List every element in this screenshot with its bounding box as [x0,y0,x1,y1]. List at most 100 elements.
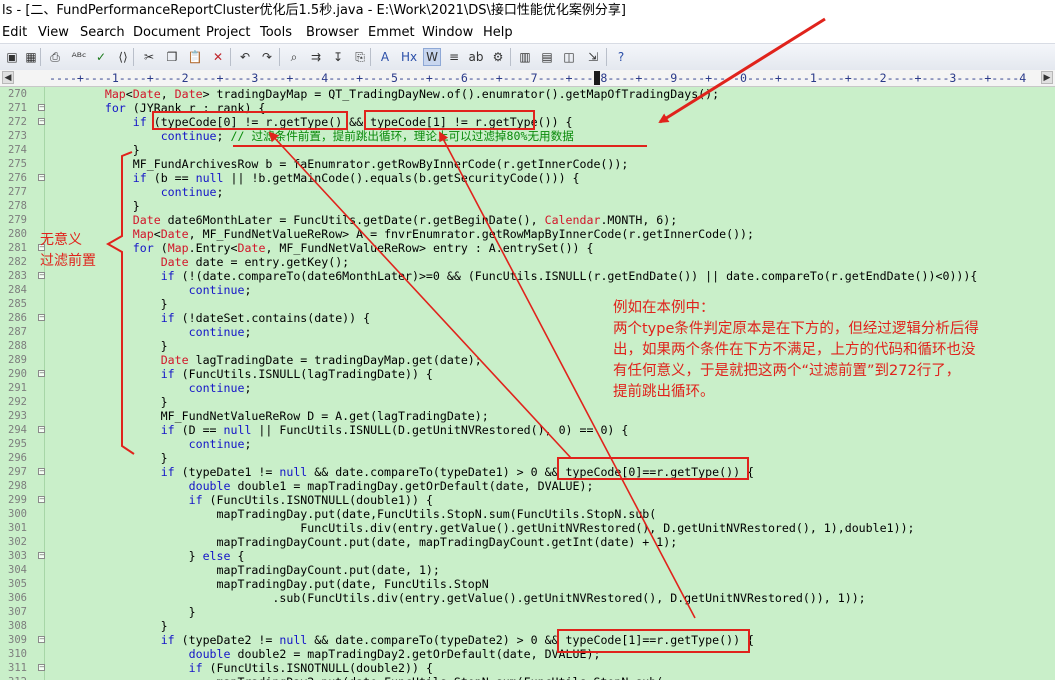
keyword-token: double [188,647,231,661]
fold-toggle-icon[interactable]: − [38,496,45,503]
code-line[interactable]: 305 mapTradingDay.put(date, FuncUtils.St… [0,577,1055,591]
code-line[interactable]: 282 Date date = entry.getKey(); [0,255,1055,269]
code-icon[interactable]: ⟨⟩ [114,48,132,66]
ruler-left-arrow-icon[interactable]: ◀ [2,71,14,84]
code-line[interactable]: 311 − if (FuncUtils.ISNOTNULL(double2)) { [0,661,1055,675]
undo-icon[interactable]: ↶ [236,48,254,66]
code-line[interactable]: 284 continue; [0,283,1055,297]
hex-icon[interactable]: Hx [400,48,418,66]
code-text: if (!(date.compareTo(date6MonthLater)>=0… [49,269,978,283]
save-all-icon[interactable]: ▦ [22,48,40,66]
menu-search[interactable]: Search [80,22,125,43]
code-line[interactable]: 272 − if (typeCode[0] != r.getType() && t… [0,115,1055,129]
spellcheck-icon[interactable]: ᴬᴮᶜ [70,48,88,66]
code-line[interactable]: 307 } [0,605,1055,619]
menu-project[interactable]: Project [206,22,250,43]
menu-help[interactable]: Help [483,22,513,43]
code-line[interactable]: 271 − for (JYRank r : rank) { [0,101,1055,115]
abc-icon[interactable]: ab [467,48,485,66]
code-line[interactable]: 310 double double2 = mapTradingDay2.getO… [0,647,1055,661]
menu-browser[interactable]: Browser [306,22,359,43]
code-token: FuncUtils.div(entry.getValue().getUnitNV… [49,521,915,535]
check-icon[interactable]: ✓ [92,48,110,66]
code-line[interactable]: 306 .sub(FuncUtils.div(entry.getValue().… [0,591,1055,605]
code-line[interactable]: 297 − if (typeDate1 != null && date.compa… [0,465,1055,479]
fold-toggle-icon[interactable]: − [38,664,45,671]
code-line[interactable]: 276 − if (b == null || !b.getMainCode().e… [0,171,1055,185]
menu-emmet[interactable]: Emmet [368,22,415,43]
font-size-icon[interactable]: A [376,48,394,66]
code-line[interactable]: 308 } [0,619,1055,633]
window-icon[interactable]: ▤ [538,48,556,66]
menu-tools[interactable]: Tools [260,22,292,43]
code-line[interactable]: 296 } [0,451,1055,465]
bookmark-icon[interactable]: ⎘ [351,48,369,66]
annotation-line: 两个type条件判定原本是在下方的，但经过逻辑分析后得 [613,321,979,337]
toolbar-separator [40,48,41,66]
redo-icon[interactable]: ↷ [258,48,276,66]
copy-icon[interactable]: ❐ [163,48,181,66]
code-line[interactable]: 278 } [0,199,1055,213]
help-icon[interactable]: ? [612,48,630,66]
code-line[interactable]: 277 continue; [0,185,1055,199]
menu-edit[interactable]: Edit [2,22,27,43]
code-token: ; [244,325,252,339]
find-icon[interactable]: ⌕ [285,48,303,66]
type-token: Date [132,87,161,101]
code-line[interactable]: 279 Date date6MonthLater = FuncUtils.get… [0,213,1055,227]
code-line[interactable]: 281− for (Map.Entry<Date, MF_FundNetValu… [0,241,1055,255]
code-line[interactable]: 299 − if (FuncUtils.ISNOTNULL(double1)) { [0,493,1055,507]
fold-toggle-icon[interactable]: − [38,118,45,125]
browser-icon[interactable]: ◫ [560,48,578,66]
fold-toggle-icon[interactable]: − [38,426,45,433]
indent-icon[interactable]: ≡ [445,48,463,66]
fold-toggle-icon[interactable]: − [38,272,45,279]
code-line[interactable]: 280 Map<Date, MF_FundNetValueReRow> A = … [0,227,1055,241]
fold-toggle-icon[interactable]: − [38,174,45,181]
code-line[interactable]: 294 − if (D == null || FuncUtils.ISNULL(D… [0,423,1055,437]
fold-toggle-icon[interactable]: − [38,370,45,377]
delete-icon[interactable]: ✕ [209,48,227,66]
code-line[interactable]: 275 MF_FundArchivesRow b = faEnumrator.g… [0,157,1055,171]
menu-view[interactable]: View [38,22,69,43]
ruler-right-arrow-icon[interactable]: ▶ [1041,71,1053,84]
goto-icon[interactable]: ↧ [329,48,347,66]
fold-toggle-icon[interactable]: − [38,552,45,559]
find-next-icon[interactable]: ⇉ [307,48,325,66]
save-icon[interactable]: ▣ [3,48,21,66]
fold-toggle-icon[interactable]: − [38,468,45,475]
line-number: 311 [8,662,27,674]
code-line[interactable]: 312 mapTradingDay2.put(date,FuncUtils.St… [0,675,1055,680]
print-icon[interactable]: ⎙ [46,48,64,66]
code-line[interactable]: 270 Map<Date, Date> tradingDayMap = QT_T… [0,87,1055,101]
cut-icon[interactable]: ✂ [140,48,158,66]
code-line[interactable]: 274 } [0,143,1055,157]
code-line[interactable]: 300 mapTradingDay.put(date,FuncUtils.Sto… [0,507,1055,521]
code-token: date = entry.getKey(); [188,255,350,269]
code-line[interactable]: 295 continue; [0,437,1055,451]
fold-toggle-icon[interactable]: − [38,104,45,111]
settings-icon[interactable]: ⚙ [489,48,507,66]
fold-toggle-icon[interactable]: − [38,314,45,321]
paste-icon[interactable]: 📋 [186,48,204,66]
code-line[interactable]: 304 mapTradingDayCount.put(date, 1); [0,563,1055,577]
keyword-token: if [160,311,175,325]
code-line[interactable]: 309 − if (typeDate2 != null && date.compa… [0,633,1055,647]
code-line[interactable]: 293 MF_FundNetValueReRow D = A.get(lagTr… [0,409,1055,423]
code-line[interactable]: 273 continue; // 过滤条件前置，提前跳出循环，理论上可以过滤掉8… [0,129,1055,143]
word-wrap-icon[interactable]: W [423,48,441,66]
code-line[interactable]: 303 − } else { [0,549,1055,563]
export-icon[interactable]: ⇲ [584,48,602,66]
code-line[interactable]: 283 − if (!(date.compareTo(date6MonthLate… [0,269,1055,283]
code-token: mapTradingDay.put(date, FuncUtils.StopN [49,577,489,591]
fold-toggle-icon[interactable]: − [38,636,45,643]
code-line[interactable]: 302 mapTradingDayCount.put(date, mapTrad… [0,535,1055,549]
column-icon[interactable]: ▥ [516,48,534,66]
code-line[interactable]: 301 FuncUtils.div(entry.getValue().getUn… [0,521,1055,535]
menu-window[interactable]: Window [422,22,473,43]
code-line[interactable]: 298 double double1 = mapTradingDay.getOr… [0,479,1055,493]
menu-document[interactable]: Document [133,22,200,43]
